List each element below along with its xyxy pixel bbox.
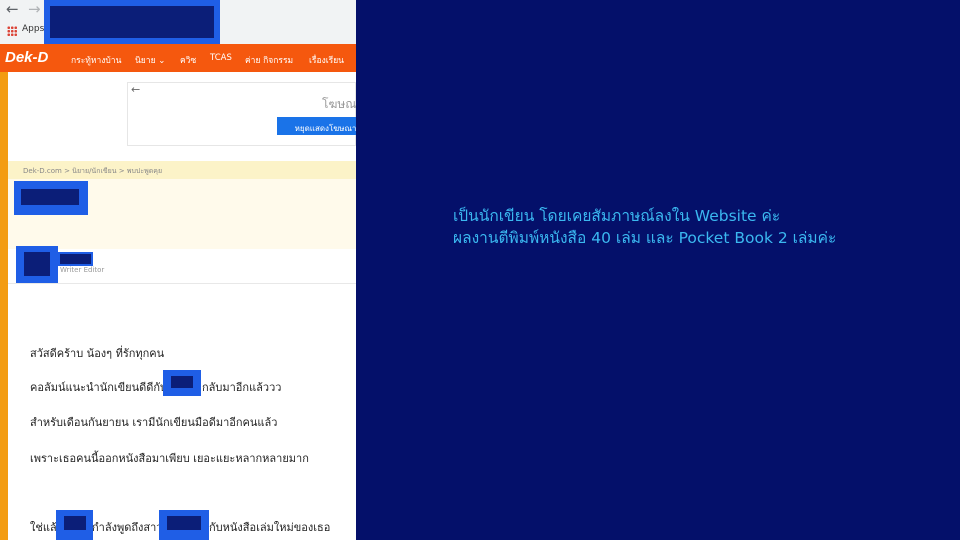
site-logo[interactable]: Dek-D [5, 49, 48, 66]
back-arrow-icon[interactable]: ← [6, 1, 19, 17]
name-redaction [159, 510, 209, 540]
ad-title: โฆษณ [322, 97, 356, 111]
name-redaction [163, 370, 201, 396]
paragraph-new-book: กับหนังสือเล่มใหม่ของเธอ [209, 521, 331, 534]
article-title-area [8, 179, 356, 249]
paragraph-intro-start: คอลัมน์แนะนำนักเขียนดีดีกับ [30, 381, 168, 394]
author-avatar-redaction [16, 246, 58, 284]
site-navbar: Dek-D กระทู้หางบ้าน นิยาย ⌄ ควิซ TCAS ค่… [0, 44, 356, 72]
breadcrumb[interactable]: Dek-D.com > นิยาย/นักเขียน > พบปะพูดคุย [23, 166, 162, 177]
nav-item-quiz[interactable]: ควิซ [180, 53, 196, 67]
url-redaction [44, 0, 220, 44]
left-rail [0, 72, 8, 540]
ad-box: ← โฆษณ หยุดแสดงโฆษณา [127, 82, 356, 146]
apps-grid-icon[interactable] [7, 26, 17, 36]
browser-toolbar: ← → Apps [0, 0, 356, 44]
nav-item-camp[interactable]: ค่าย กิจกรรม [245, 53, 293, 67]
paragraph-greeting: สวัสดีคร้าบ น้องๆ ที่รักทุกคน [30, 347, 165, 360]
caption-line-1: เป็นนักเขียน โดยเคยสัมภาษณ์ลงใน Website … [453, 207, 781, 225]
title-redaction [14, 181, 88, 215]
nav-item-board[interactable]: กระทู้หางบ้าน [71, 53, 121, 67]
nav-item-study[interactable]: เรื่องเรียน [309, 53, 344, 67]
name-redaction [56, 510, 93, 540]
apps-label[interactable]: Apps [22, 24, 44, 34]
ad-back-arrow-icon[interactable]: ← [131, 83, 140, 96]
author-name-redaction [58, 252, 93, 266]
caption-line-2: ผลงานตีพิมพ์หนังสือ 40 เล่ม และ Pocket B… [453, 229, 837, 247]
paragraph-talking: กำลังพูดถึงสาว [92, 521, 163, 534]
author-role: Writer Editor [60, 266, 105, 274]
paragraph-intro-end: กลับมาอีกแล้ววว [202, 381, 282, 394]
nav-item-novel[interactable]: นิยาย ⌄ [135, 53, 165, 67]
nav-item-tcas[interactable]: TCAS [210, 53, 232, 63]
paragraph-month: สำหรับเดือนกันยายน เรามีนักเขียนมือดีมาอ… [30, 416, 278, 429]
paragraph-books: เพราะเธอคนนี้ออกหนังสือมาเพียบ เยอะแยะหล… [30, 452, 309, 465]
caption: เป็นนักเขียน โดยเคยสัมภาษณ์ลงใน Website … [453, 205, 836, 249]
forward-arrow-icon[interactable]: → [28, 1, 41, 17]
divider [8, 283, 356, 284]
breadcrumb-bar: Dek-D.com > นิยาย/นักเขียน > พบปะพูดคุย [8, 161, 356, 179]
browser-screenshot: ← → Apps Dek-D กระทู้หางบ้าน นิยาย ⌄ ควิ… [0, 0, 356, 540]
stop-ad-button[interactable]: หยุดแสดงโฆษณา [277, 117, 356, 135]
